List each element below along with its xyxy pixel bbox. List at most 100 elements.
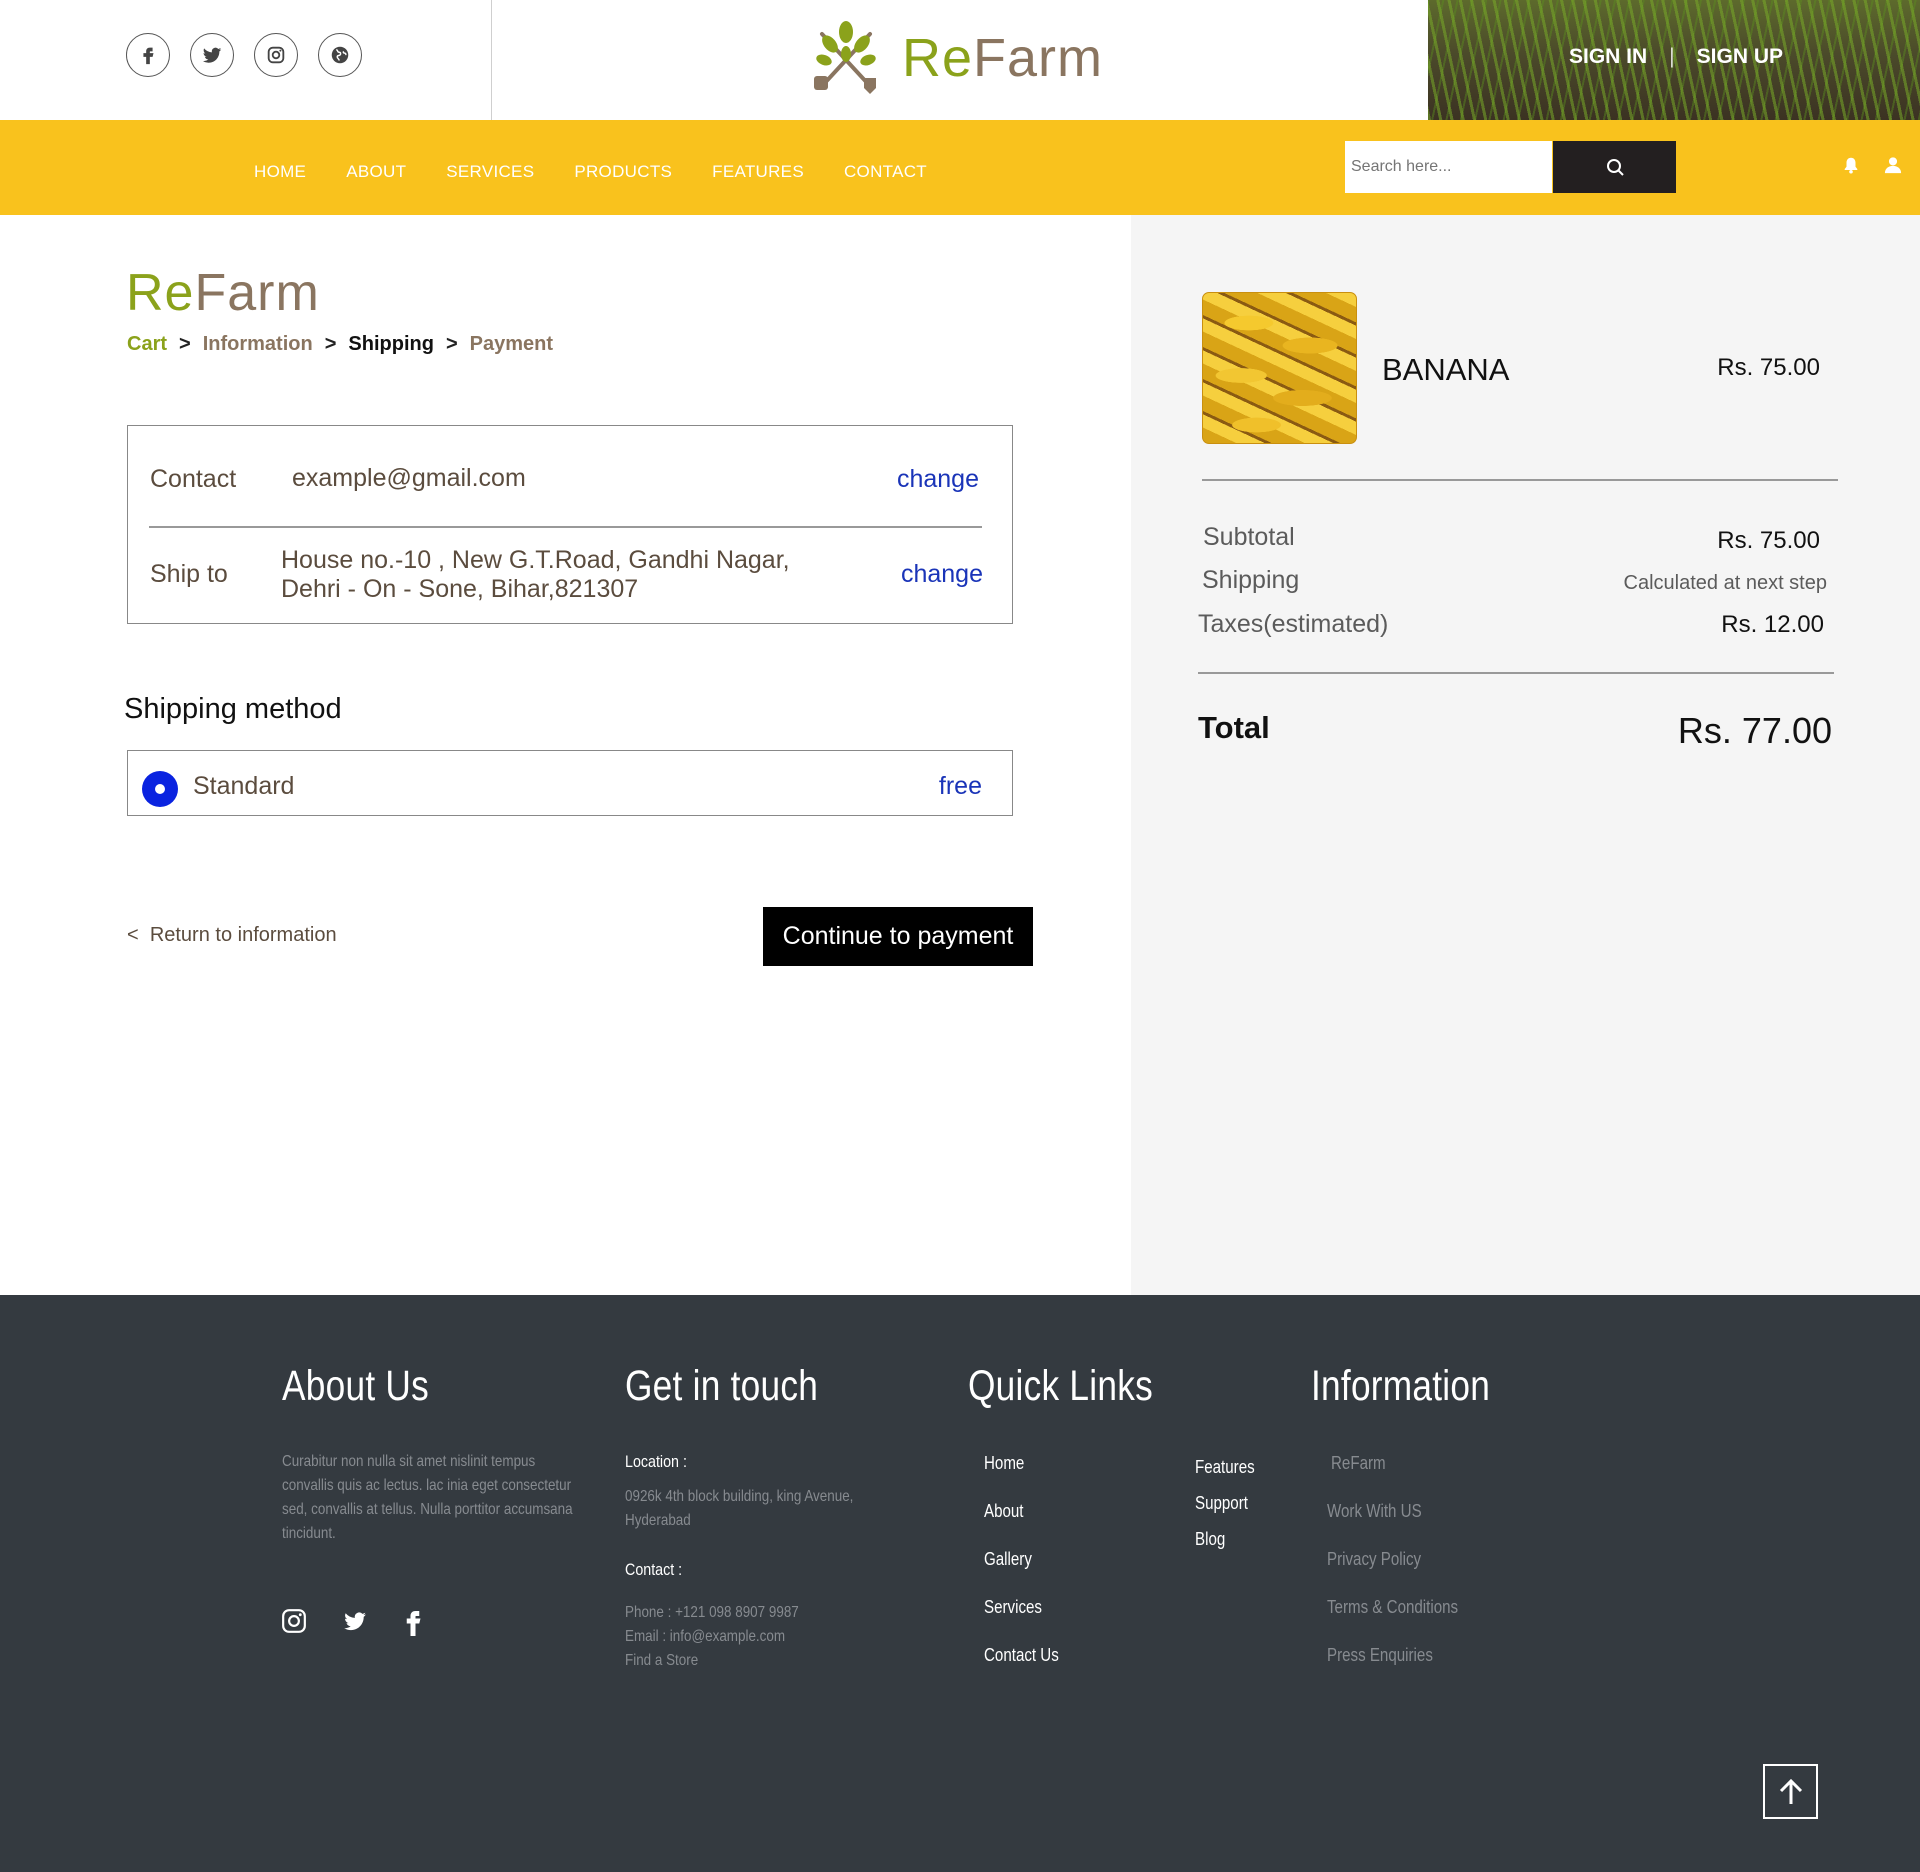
return-label: Return to information [149, 924, 337, 946]
footer-location-line: 0926k 4th block building, king Avenue, [625, 1488, 854, 1505]
header-divider [491, 0, 492, 120]
user-icon[interactable] [1884, 156, 1902, 174]
nav-home[interactable]: HOME [254, 162, 306, 182]
footer-social-links [281, 1606, 423, 1636]
summary-divider [1198, 672, 1834, 674]
footer-phone: Phone : +121 098 8907 9987 [625, 1604, 799, 1621]
footer-link-features[interactable]: Features [1195, 1457, 1255, 1478]
footer-about-text-line: sed, convallis at tellus. Nulla porttito… [282, 1501, 573, 1518]
bell-icon[interactable] [1842, 156, 1860, 174]
footer-contact-title: Get in touch [625, 1362, 819, 1410]
breadcrumb-payment[interactable]: Payment [470, 333, 553, 356]
search-icon [1606, 159, 1624, 176]
facebook-icon[interactable] [126, 33, 170, 77]
breadcrumb-cart[interactable]: Cart [127, 333, 167, 356]
contact-value: example@gmail.com [292, 464, 526, 492]
change-address-link[interactable]: change [901, 560, 983, 589]
nav-services[interactable]: SERVICES [446, 162, 534, 182]
search-button[interactable] [1553, 141, 1676, 193]
footer-link-blog[interactable]: Blog [1195, 1529, 1225, 1550]
breadcrumb-separator: > [324, 333, 337, 355]
breadcrumb-separator: > [445, 333, 458, 355]
shipping-label: Shipping [1202, 566, 1300, 594]
product-name: BANANA [1382, 352, 1510, 387]
total-label: Total [1198, 710, 1270, 745]
footer-link-support[interactable]: Support [1195, 1493, 1248, 1514]
main-nav: HOME ABOUT SERVICES PRODUCTS FEATURES CO… [0, 120, 1920, 215]
back-to-top-button[interactable] [1763, 1764, 1818, 1819]
breadcrumb-information[interactable]: Information [203, 333, 313, 356]
footer-about-text-line: tincidunt. [282, 1525, 336, 1542]
footer-email[interactable]: Email : info@example.com [625, 1625, 785, 1649]
method-price: free [938, 772, 982, 800]
breadcrumb: Cart > Information > Shipping > Payment [127, 333, 553, 356]
footer-quick-links-title: Quick Links [968, 1362, 1153, 1410]
sign-up-link[interactable]: SIGN UP [1697, 45, 1783, 69]
ship-to-address-line2: Dehri - On - Sone, Bihar,821307 [281, 575, 639, 603]
search-input[interactable] [1345, 141, 1552, 193]
footer-link-about[interactable]: About [984, 1501, 1024, 1522]
taxes-label: Taxes(estimated) [1198, 610, 1389, 638]
subtotal-value: Rs. 75.00 [1717, 527, 1820, 554]
footer-about-text-line: Curabitur non nulla sit amet nislinit te… [282, 1453, 536, 1470]
product-price: Rs. 75.00 [1717, 354, 1820, 381]
footer-link-terms[interactable]: Terms & Conditions [1327, 1597, 1458, 1618]
arrow-up-icon [1779, 1778, 1802, 1804]
instagram-icon[interactable] [281, 1608, 307, 1634]
footer-find-store[interactable]: Find a Store [625, 1649, 698, 1673]
nav-contact[interactable]: CONTACT [844, 162, 927, 182]
nav-icons [1842, 156, 1902, 174]
sign-in-link[interactable]: SIGN IN [1569, 45, 1647, 69]
nav-about[interactable]: ABOUT [346, 162, 406, 182]
nav-links: HOME ABOUT SERVICES PRODUCTS FEATURES CO… [254, 162, 927, 182]
auth-separator: | [1669, 45, 1675, 68]
ship-to-label: Ship to [150, 560, 228, 588]
subtotal-label: Subtotal [1203, 523, 1295, 551]
taxes-value: Rs. 12.00 [1721, 611, 1824, 638]
footer-link-contact-us[interactable]: Contact Us [984, 1645, 1059, 1666]
footer-information-title: Information [1311, 1362, 1491, 1410]
footer-about-text-line: convallis quis ac lectus. lac inia eget … [282, 1477, 572, 1494]
social-links-top [126, 33, 362, 77]
instagram-icon[interactable] [254, 33, 298, 77]
footer-location-line: Hyderabad [625, 1512, 691, 1529]
breadcrumb-separator: > [179, 333, 191, 355]
brand-logo[interactable]: ReFarm [804, 20, 1103, 96]
change-contact-link[interactable]: change [897, 465, 979, 494]
box-divider [149, 526, 982, 528]
continue-to-payment-button[interactable]: Continue to payment [763, 907, 1033, 966]
footer-link-press-enquiries[interactable]: Press Enquiries [1327, 1645, 1433, 1666]
shipping-method-title: Shipping method [124, 693, 342, 725]
contact-review-box: Contact example@gmail.com change Ship to… [127, 425, 1013, 624]
ship-to-address-line1: House no.-10 , New G.T.Road, Gandhi Naga… [281, 546, 790, 574]
footer-link-home[interactable]: Home [984, 1453, 1024, 1474]
twitter-icon[interactable] [341, 1608, 369, 1634]
footer-link-gallery[interactable]: Gallery [984, 1549, 1032, 1570]
footer-link-work-with-us[interactable]: Work With US [1327, 1501, 1422, 1522]
farm-tools-icon [814, 21, 876, 94]
product-image-banana [1202, 292, 1357, 444]
facebook-icon[interactable] [403, 1606, 423, 1636]
method-label: Standard [193, 772, 295, 800]
globe-icon[interactable] [318, 33, 362, 77]
shipping-method-option[interactable]: Standard free [127, 750, 1013, 816]
nav-products[interactable]: PRODUCTS [574, 162, 672, 182]
footer-contact-label: Contact : [625, 1560, 683, 1579]
radio-selected[interactable] [142, 771, 178, 807]
footer-about-title: About Us [282, 1362, 430, 1410]
summary-divider [1202, 479, 1838, 481]
checkout-logo[interactable]: ReFarm [126, 267, 320, 319]
brand-name: ReFarm [902, 28, 1104, 88]
twitter-icon[interactable] [190, 33, 234, 77]
auth-links: SIGN IN | SIGN UP [1569, 45, 1783, 69]
footer-location-label: Location : [625, 1452, 687, 1471]
top-header: ReFarm SIGN IN | SIGN UP [0, 0, 1920, 120]
footer-link-services[interactable]: Services [984, 1597, 1042, 1618]
shipping-value: Calculated at next step [1623, 572, 1827, 594]
nav-features[interactable]: FEATURES [712, 162, 804, 182]
return-to-information-link[interactable]: < Return to information [127, 924, 337, 947]
footer-link-privacy-policy[interactable]: Privacy Policy [1327, 1549, 1421, 1570]
breadcrumb-shipping: Shipping [348, 333, 434, 355]
contact-label: Contact [150, 465, 237, 493]
footer-link-refarm[interactable]: ReFarm [1331, 1453, 1386, 1474]
